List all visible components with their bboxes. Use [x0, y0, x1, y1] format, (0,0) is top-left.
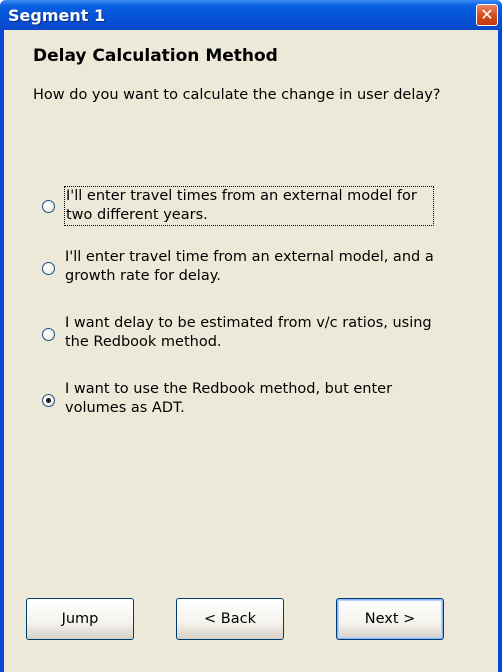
radio-selected-dot: [46, 398, 51, 403]
option-label: I want delay to be estimated from v/c ra…: [65, 315, 432, 350]
option-redbook-adt[interactable]: I want to use the Redbook method, but en…: [42, 378, 462, 422]
dialog-window: Segment 1 ✕ Delay Calculation Method How…: [0, 0, 502, 672]
back-button[interactable]: < Back: [176, 598, 284, 640]
title-bar[interactable]: Segment 1 ✕: [0, 0, 502, 30]
close-button[interactable]: ✕: [476, 4, 498, 26]
window-title: Segment 1: [8, 6, 106, 25]
option-label: I'll enter travel time from an external …: [65, 249, 434, 284]
option-external-two-years[interactable]: I'll enter travel times from an external…: [42, 184, 462, 228]
question-text: How do you want to calculate the change …: [33, 87, 441, 103]
jump-button[interactable]: Jump: [26, 598, 134, 640]
page-title: Delay Calculation Method: [33, 46, 278, 66]
option-label: I'll enter travel times from an external…: [64, 186, 434, 226]
radio-external-two-years[interactable]: [42, 200, 55, 213]
option-external-growth-rate[interactable]: I'll enter travel time from an external …: [42, 246, 462, 290]
option-vc-ratios[interactable]: I want delay to be estimated from v/c ra…: [42, 312, 462, 356]
radio-external-growth-rate[interactable]: [42, 262, 55, 275]
close-icon: ✕: [480, 5, 494, 24]
next-button[interactable]: Next >: [336, 598, 444, 640]
option-label: I want to use the Redbook method, but en…: [65, 381, 393, 416]
radio-vc-ratios[interactable]: [42, 328, 55, 341]
radio-redbook-adt[interactable]: [42, 394, 55, 407]
